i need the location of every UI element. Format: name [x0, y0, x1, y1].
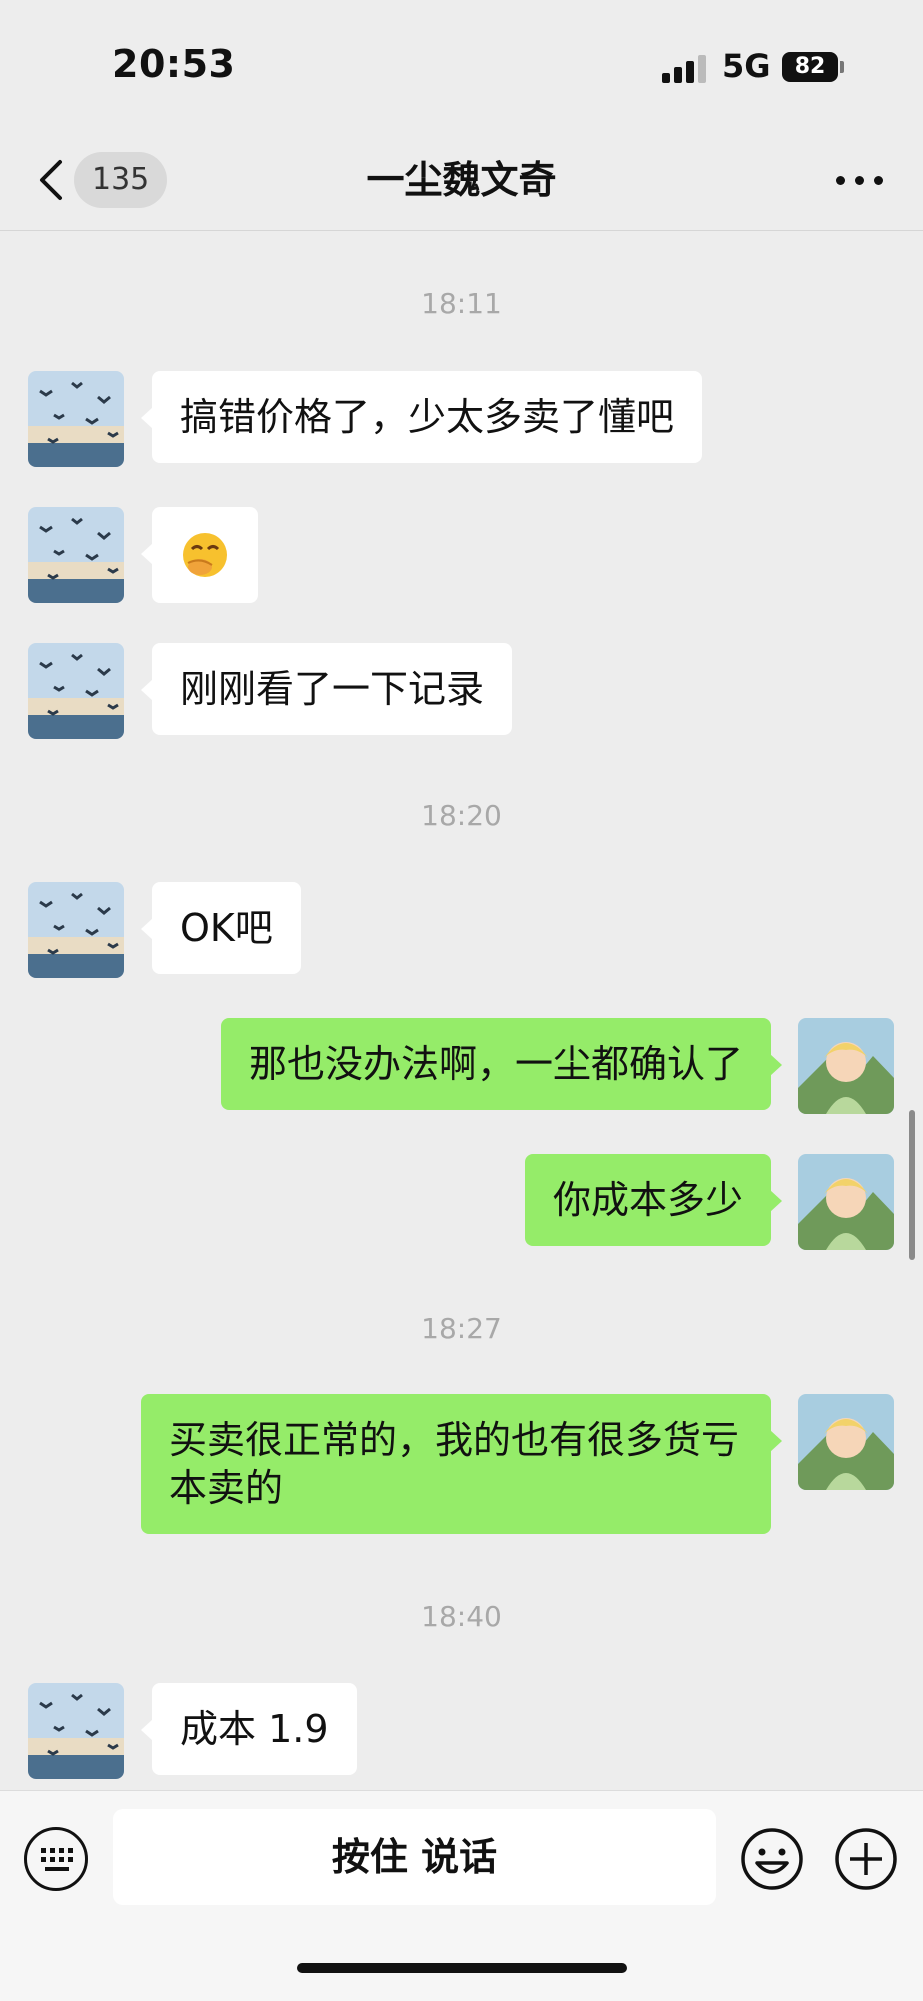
- keyboard-toggle-button[interactable]: [24, 1827, 88, 1891]
- received-message-bubble[interactable]: OK吧: [141, 882, 301, 974]
- my-avatar[interactable]: [798, 1018, 894, 1114]
- sent-message-bubble[interactable]: 你成本多少: [524, 1154, 783, 1246]
- face-with-hand-over-mouth-emoji-icon: [183, 533, 227, 577]
- received-message-bubble[interactable]: 成本 1.9: [141, 1683, 357, 1775]
- more-options-button[interactable]: [830, 166, 890, 196]
- timestamp-label: 18:11: [421, 287, 502, 320]
- contact-avatar[interactable]: [28, 507, 124, 603]
- seagulls-avatar-image: [28, 371, 124, 467]
- home-indicator[interactable]: [297, 1963, 627, 1973]
- received-emoji-bubble[interactable]: [141, 507, 258, 603]
- timestamp-label: 18:40: [421, 1600, 502, 1633]
- smiley-face-icon: [741, 1828, 803, 1890]
- cartoon-child-avatar-image: [798, 1154, 894, 1250]
- signal-icon: [662, 53, 714, 83]
- cartoon-child-avatar-image: [798, 1018, 894, 1114]
- contact-avatar[interactable]: [28, 371, 124, 467]
- seagulls-avatar-image: [28, 507, 124, 603]
- sent-message-bubble[interactable]: 那也没办法啊，一尘都确认了: [220, 1018, 783, 1110]
- contact-avatar[interactable]: [28, 1683, 124, 1779]
- network-label: 5G: [722, 47, 771, 85]
- more-functions-button[interactable]: [834, 1827, 898, 1891]
- status-bar: 20:53 5G 82: [0, 0, 923, 130]
- battery-level: 82: [794, 54, 826, 79]
- seagulls-avatar-image: [28, 643, 124, 739]
- plus-icon: [835, 1828, 897, 1890]
- received-message-bubble[interactable]: 刚刚看了一下记录: [140, 643, 513, 735]
- keyboard-icon: [41, 1848, 73, 1871]
- received-message-bubble[interactable]: 搞错价格了，少太多卖了懂吧: [140, 371, 703, 463]
- back-button[interactable]: 135: [30, 146, 168, 214]
- contact-avatar[interactable]: [28, 643, 124, 739]
- cartoon-child-avatar-image: [798, 1394, 894, 1490]
- battery-cap: [840, 61, 844, 73]
- chevron-left-icon: [40, 160, 62, 200]
- chat-header: 135 一尘魏文奇: [0, 130, 923, 231]
- timestamp-label: 18:27: [421, 1312, 502, 1345]
- my-avatar[interactable]: [798, 1394, 894, 1490]
- seagulls-avatar-image: [28, 882, 124, 978]
- contact-avatar[interactable]: [28, 882, 124, 978]
- scrollbar[interactable]: [909, 1110, 915, 1260]
- status-time: 20:53: [112, 42, 236, 86]
- input-bar: 按住 说话: [0, 1790, 923, 2001]
- sent-message-bubble[interactable]: 买卖很正常的，我的也有很多货亏本卖的: [141, 1394, 782, 1534]
- seagulls-avatar-image: [28, 1683, 124, 1779]
- unread-count-badge: 135: [74, 152, 168, 208]
- hold-to-talk-button[interactable]: 按住 说话: [113, 1809, 716, 1905]
- battery-icon: 82: [782, 52, 838, 82]
- timestamp-label: 18:20: [421, 799, 502, 832]
- my-avatar[interactable]: [798, 1154, 894, 1250]
- emoji-button[interactable]: [740, 1827, 804, 1891]
